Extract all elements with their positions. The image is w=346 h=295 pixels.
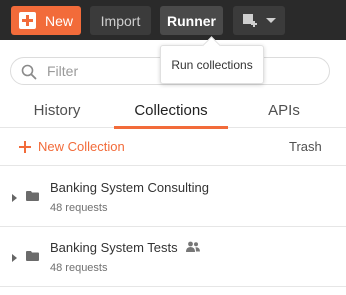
tab-collections[interactable]: Collections [114,94,228,129]
caret-right-icon[interactable] [12,254,17,262]
new-window-button[interactable] [233,6,285,35]
trash-link[interactable]: Trash [289,139,322,154]
collection-request-count: 48 requests [50,262,108,274]
tab-history[interactable]: History [22,94,92,127]
plus-icon [19,140,31,153]
new-collection-label: New Collection [38,139,125,154]
plus-icon [19,12,36,29]
collection-request-count: 48 requests [50,202,108,214]
team-icon [186,241,200,252]
caret-right-icon[interactable] [12,194,17,202]
new-button[interactable]: New [11,6,81,35]
collection-name: Banking System Consulting [50,180,209,195]
import-button[interactable]: Import [90,6,151,35]
collections-toolbar: New Collection Trash [0,129,346,166]
folder-icon [26,191,39,201]
collection-item[interactable]: Banking System Tests 48 requests [0,227,346,287]
new-button-label: New [45,12,74,29]
folder-icon [26,251,39,261]
runner-button[interactable]: Runner [160,6,223,35]
runner-tooltip: Run collections [160,45,264,84]
new-collection-button[interactable]: New Collection [19,139,125,154]
tab-apis[interactable]: APIs [255,94,313,127]
new-window-icon [243,13,257,27]
top-bar: New Import Runner [0,0,346,40]
chevron-down-icon [266,18,276,23]
collection-name: Banking System Tests [50,240,178,255]
search-icon [21,64,37,80]
collection-item[interactable]: Banking System Consulting 48 requests [0,167,346,227]
sidebar-tabs: History Collections APIs [0,94,346,129]
